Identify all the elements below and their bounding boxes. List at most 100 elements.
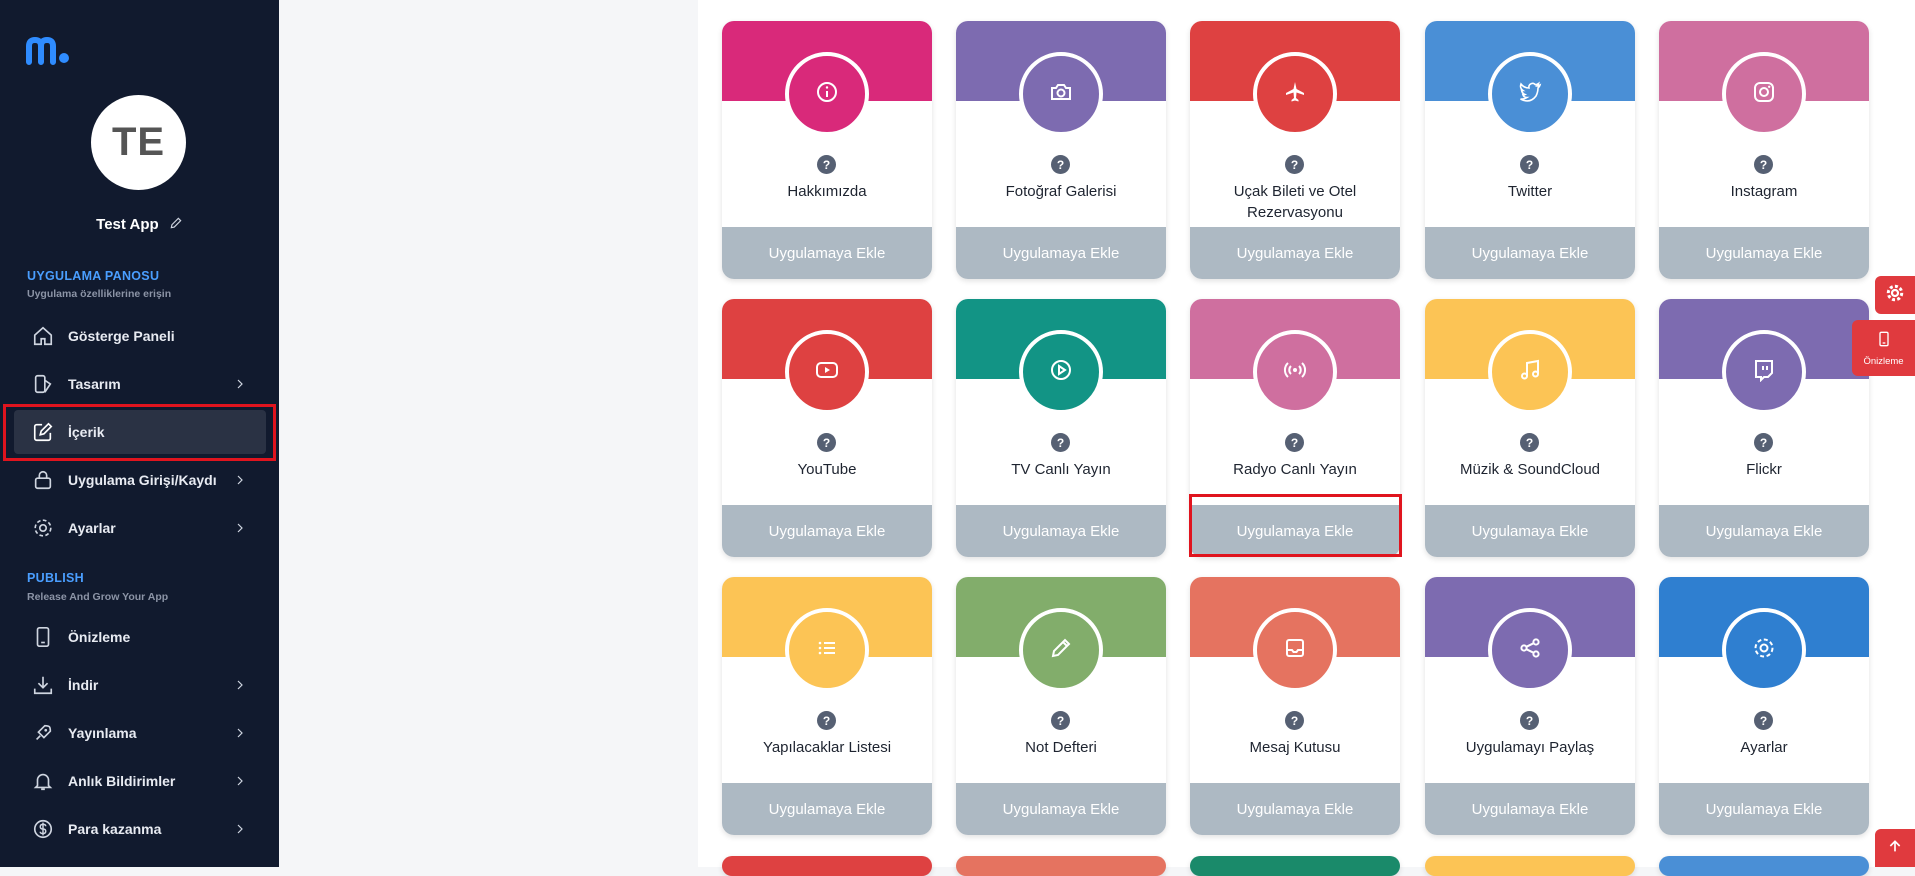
- floating-settings-button[interactable]: [1875, 276, 1915, 314]
- module-icon-circle: [1019, 52, 1103, 136]
- floating-preview-button[interactable]: Önizleme: [1852, 320, 1915, 376]
- sidebar-item-label: İndir: [68, 677, 99, 693]
- module-icon-circle: [1253, 608, 1337, 692]
- gear-icon: [32, 517, 54, 539]
- module-card: ? Instagram Uygulamaya Ekle: [1659, 21, 1869, 279]
- module-card: ? Twitter Uygulamaya Ekle: [1425, 21, 1635, 279]
- gear-icon: [1886, 284, 1904, 307]
- module-card-partial: [722, 856, 932, 876]
- module-icon-circle: [1019, 608, 1103, 692]
- help-icon[interactable]: ?: [1285, 155, 1304, 174]
- chevron-right-icon: [234, 774, 246, 792]
- add-to-app-button[interactable]: Uygulamaya Ekle: [722, 505, 932, 557]
- module-icon-circle: [785, 52, 869, 136]
- module-title: Flickr: [1746, 461, 1782, 478]
- sidebar-item-label: Gösterge Paneli: [68, 328, 175, 344]
- floating-preview-label: Önizleme: [1863, 355, 1904, 367]
- module-title: Yapılacaklar Listesi: [762, 739, 892, 756]
- add-to-app-button[interactable]: Uygulamaya Ekle: [1190, 227, 1400, 279]
- sidebar-item-content[interactable]: İçerik: [14, 410, 266, 454]
- help-icon[interactable]: ?: [1754, 433, 1773, 452]
- help-icon[interactable]: ?: [1754, 155, 1773, 174]
- add-to-app-button[interactable]: Uygulamaya Ekle: [956, 783, 1166, 835]
- section-title-publish: PUBLISH: [27, 571, 84, 585]
- edit-icon: [32, 421, 54, 443]
- add-to-app-button[interactable]: Uygulamaya Ekle: [1659, 227, 1869, 279]
- add-to-app-button[interactable]: Uygulamaya Ekle: [1659, 505, 1869, 557]
- section-subtitle-dashboard: Uygulama özelliklerine erişin: [27, 288, 172, 300]
- sidebar-item-monetization[interactable]: Para kazanma: [14, 807, 266, 851]
- sidebar-item-settings[interactable]: Ayarlar: [14, 506, 266, 550]
- add-to-app-button[interactable]: Uygulamaya Ekle: [722, 783, 932, 835]
- list-icon: [815, 636, 839, 665]
- module-card: ? TV Canlı Yayın Uygulamaya Ekle: [956, 299, 1166, 557]
- share-icon: [1518, 636, 1542, 665]
- add-to-app-button[interactable]: Uygulamaya Ekle: [956, 505, 1166, 557]
- module-title: Fotoğraf Galerisi: [1005, 183, 1117, 200]
- help-icon[interactable]: ?: [817, 433, 836, 452]
- help-icon[interactable]: ?: [1754, 711, 1773, 730]
- help-icon[interactable]: ?: [1520, 711, 1539, 730]
- module-icon-circle: [785, 608, 869, 692]
- sidebar-item-preview[interactable]: Önizleme: [14, 615, 266, 659]
- sidebar-item-dashboard[interactable]: Gösterge Paneli: [14, 314, 266, 358]
- chevron-right-icon: [234, 473, 246, 491]
- sidebar-item-label: Ayarlar: [68, 520, 116, 536]
- rocket-icon: [32, 722, 54, 744]
- youtube-icon: [815, 358, 839, 387]
- sidebar-item-publishing[interactable]: Yayınlama: [14, 711, 266, 755]
- help-icon[interactable]: ?: [1520, 155, 1539, 174]
- inbox-icon: [1283, 636, 1307, 665]
- app-logo[interactable]: [26, 34, 72, 66]
- module-card-partial: [1659, 856, 1869, 876]
- help-icon[interactable]: ?: [1051, 433, 1070, 452]
- sidebar-item-download[interactable]: İndir: [14, 663, 266, 707]
- module-card: ? Fotoğraf Galerisi Uygulamaya Ekle: [956, 21, 1166, 279]
- help-icon[interactable]: ?: [1520, 433, 1539, 452]
- help-icon[interactable]: ?: [1051, 155, 1070, 174]
- add-to-app-button[interactable]: Uygulamaya Ekle: [1425, 227, 1635, 279]
- module-card: ? Yapılacaklar Listesi Uygulamaya Ekle: [722, 577, 932, 835]
- chevron-right-icon: [234, 822, 246, 840]
- phone-icon: [1876, 330, 1892, 353]
- pencil-icon[interactable]: [169, 216, 183, 234]
- home-icon: [32, 325, 54, 347]
- add-to-app-button[interactable]: Uygulamaya Ekle: [956, 227, 1166, 279]
- sidebar-item-login[interactable]: Uygulama Girişi/Kaydı: [14, 458, 266, 502]
- help-icon[interactable]: ?: [1051, 711, 1070, 730]
- app-name-label: Test App: [96, 216, 159, 233]
- twitter-icon: [1518, 80, 1542, 109]
- module-card: ? Flickr Uygulamaya Ekle: [1659, 299, 1869, 557]
- sidebar-item-label: Önizleme: [68, 629, 131, 645]
- module-card: ? Uygulamayı Paylaş Uygulamaya Ekle: [1425, 577, 1635, 835]
- help-icon[interactable]: ?: [817, 155, 836, 174]
- add-to-app-button[interactable]: Uygulamaya Ekle: [1190, 505, 1400, 557]
- add-to-app-button[interactable]: Uygulamaya Ekle: [1190, 783, 1400, 835]
- help-icon[interactable]: ?: [817, 711, 836, 730]
- avatar[interactable]: TE: [91, 95, 186, 190]
- add-to-app-button[interactable]: Uygulamaya Ekle: [1425, 783, 1635, 835]
- scroll-top-button[interactable]: [1875, 829, 1915, 867]
- info-icon: [815, 80, 839, 109]
- module-icon-circle: [1253, 52, 1337, 136]
- instagram-icon: [1752, 80, 1776, 109]
- add-to-app-button[interactable]: Uygulamaya Ekle: [1425, 505, 1635, 557]
- module-title: Mesaj Kutusu: [1249, 739, 1341, 756]
- module-card: ? Uçak Bileti ve Otel Rezervasyonu Uygul…: [1190, 21, 1400, 279]
- module-icon-circle: [1722, 330, 1806, 414]
- app-name[interactable]: Test App: [0, 216, 279, 234]
- add-to-app-button[interactable]: Uygulamaya Ekle: [1659, 783, 1869, 835]
- music-icon: [1518, 358, 1542, 387]
- module-card: ? Ayarlar Uygulamaya Ekle: [1659, 577, 1869, 835]
- add-to-app-button[interactable]: Uygulamaya Ekle: [722, 227, 932, 279]
- download-icon: [32, 674, 54, 696]
- help-icon[interactable]: ?: [1285, 433, 1304, 452]
- sidebar-item-label: Anlık Bildirimler: [68, 773, 176, 789]
- help-icon[interactable]: ?: [1285, 711, 1304, 730]
- sidebar-item-notifications[interactable]: Anlık Bildirimler: [14, 759, 266, 803]
- sidebar-item-design[interactable]: Tasarım: [14, 362, 266, 406]
- arrow-up-icon: [1887, 838, 1903, 859]
- module-title: Hakkımızda: [787, 183, 867, 200]
- module-icon-circle: [1488, 52, 1572, 136]
- module-icon-circle: [1722, 52, 1806, 136]
